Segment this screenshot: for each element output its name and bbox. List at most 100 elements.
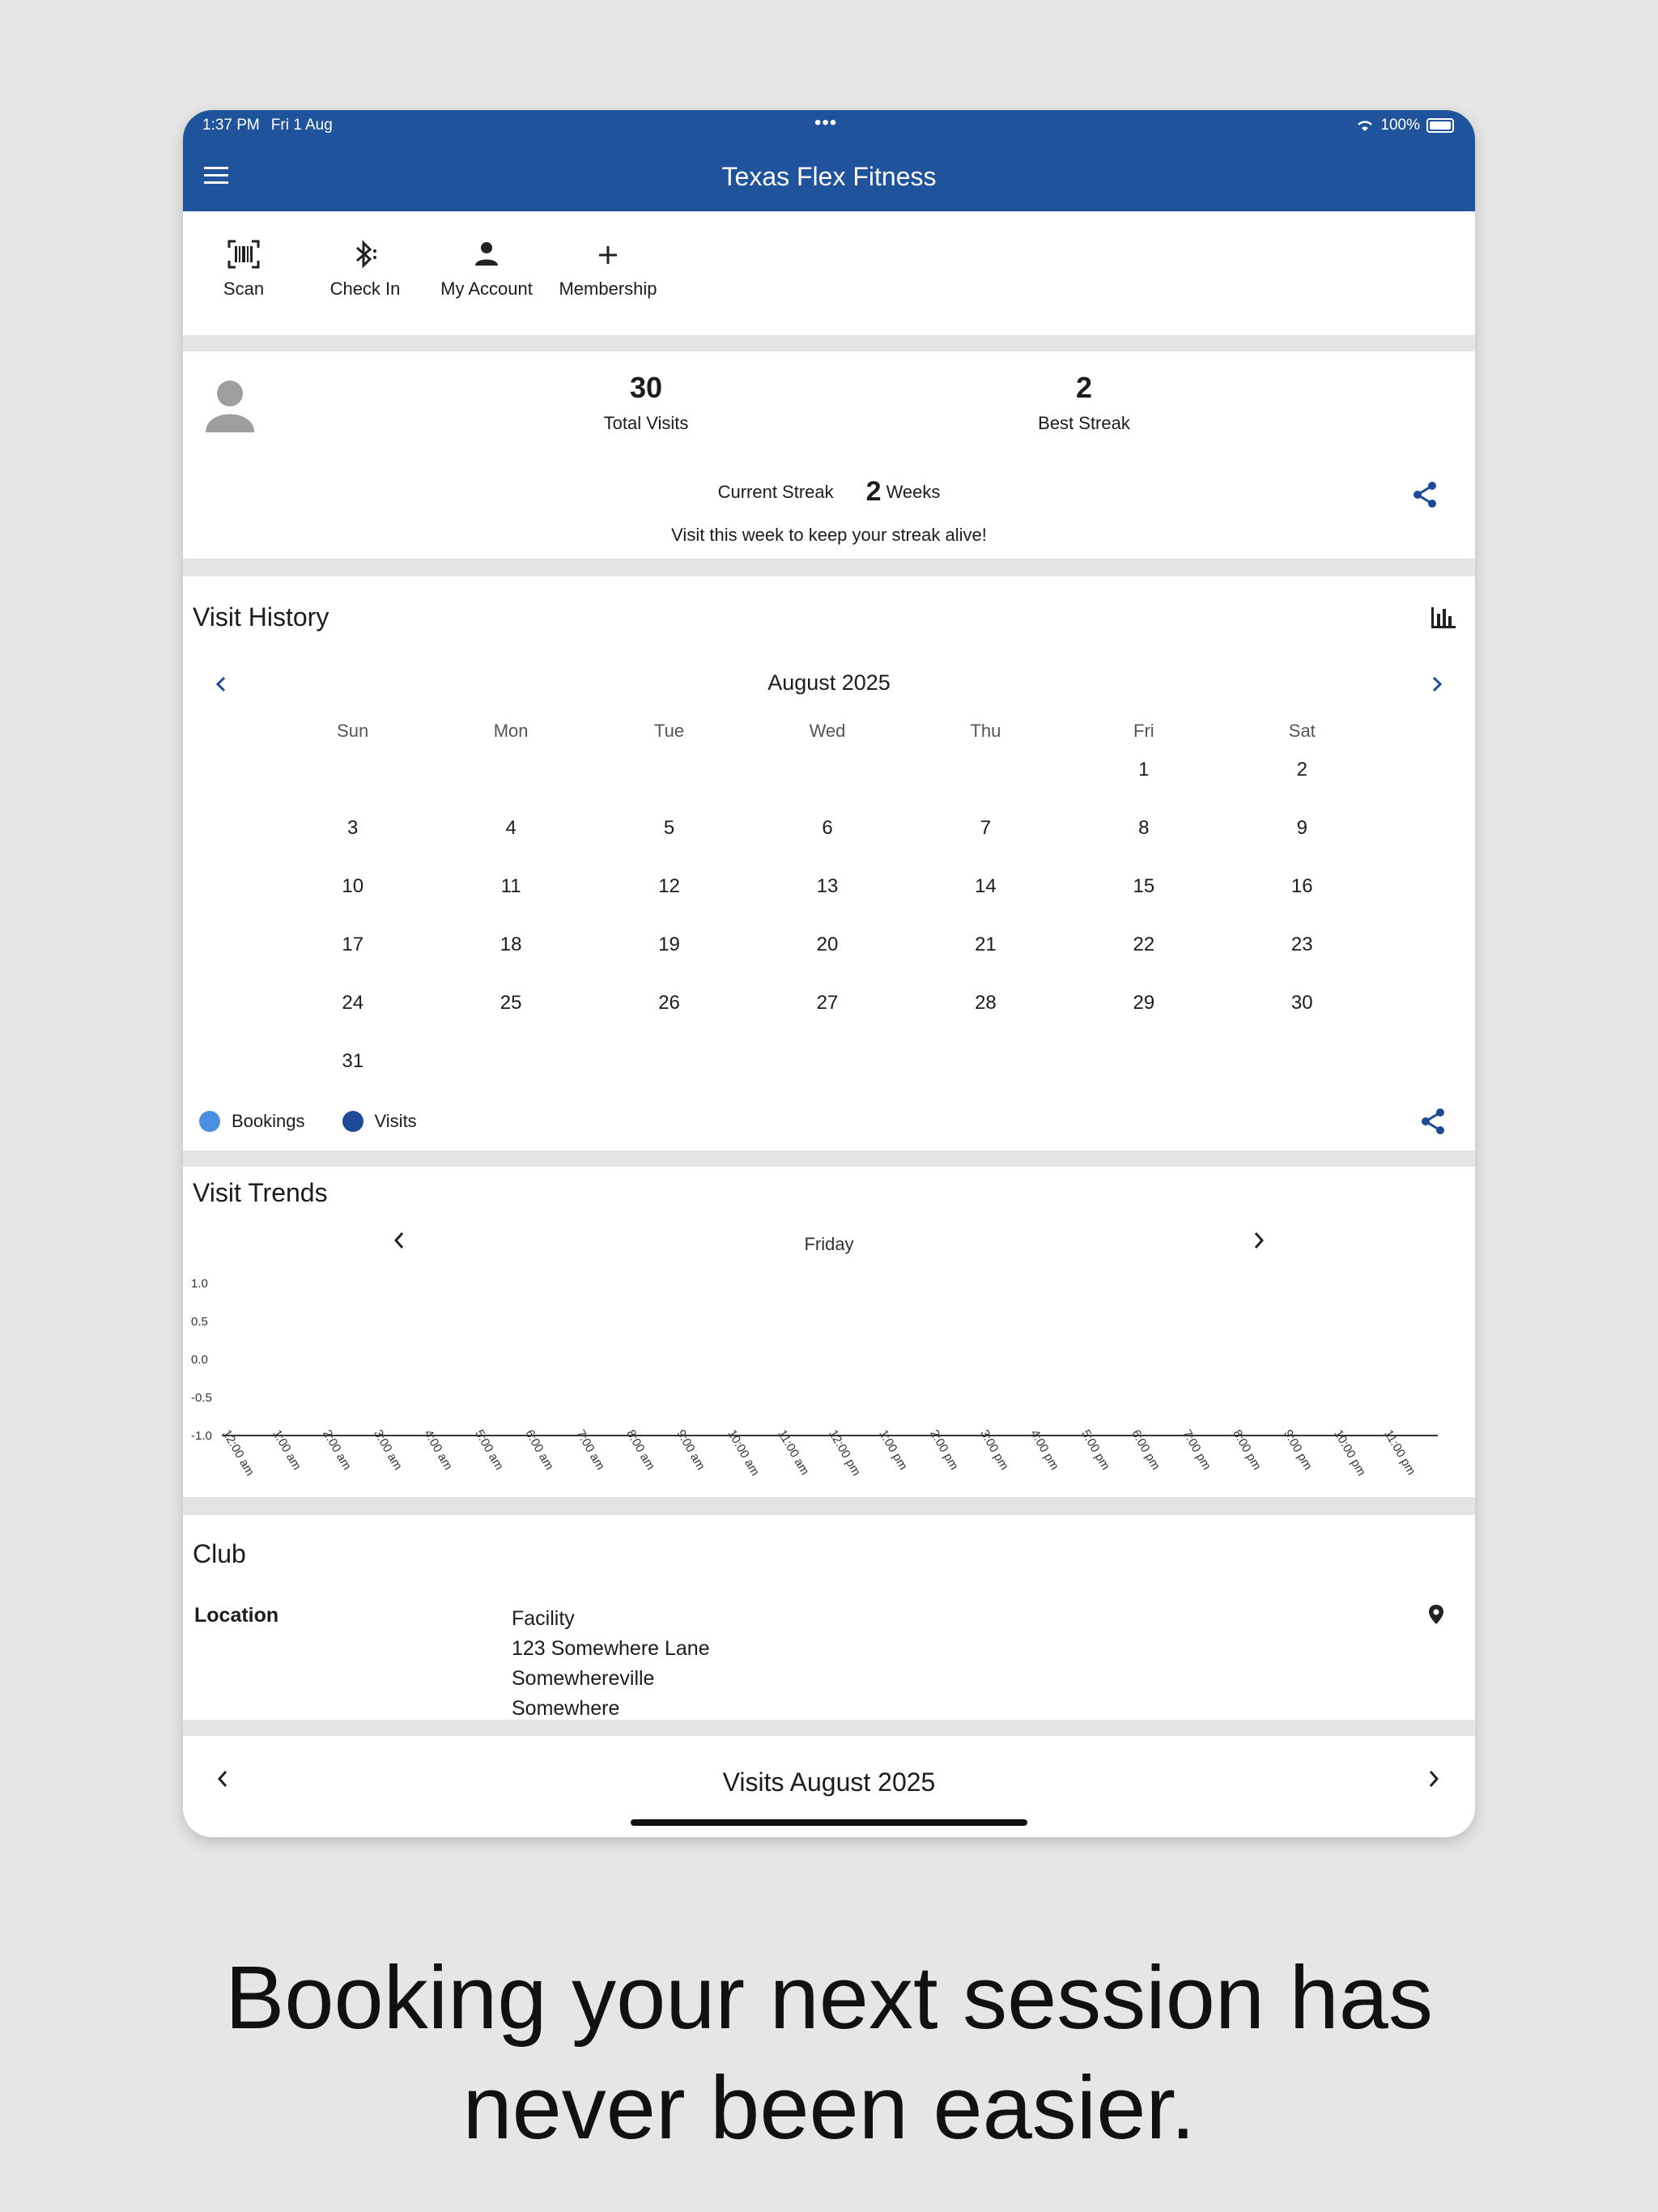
tagline-line-2: never been easier. bbox=[462, 2058, 1196, 2158]
calendar-day[interactable]: 16 bbox=[1223, 874, 1381, 933]
next-day-icon[interactable] bbox=[1252, 1231, 1266, 1250]
my-account-label: My Account bbox=[440, 279, 533, 299]
profile-stats-card: 30 Total Visits 2 Best Streak Current St… bbox=[183, 351, 1475, 559]
weekday-mon: Mon bbox=[493, 721, 529, 741]
marketing-tagline: Booking your next session has never been… bbox=[0, 1943, 1658, 2163]
calendar-week-row: 10 11 12 13 14 15 16 bbox=[274, 874, 1381, 933]
my-account-button[interactable]: My Account bbox=[426, 240, 547, 300]
calendar-day[interactable]: 4 bbox=[432, 816, 589, 874]
calendar-week-row: 24 25 26 27 28 29 30 bbox=[274, 991, 1381, 1049]
calendar-day[interactable]: 12 bbox=[590, 874, 748, 933]
tagline-line-1: Booking your next session has bbox=[225, 1948, 1433, 2048]
calendar-day[interactable]: 10 bbox=[274, 874, 432, 933]
y-tick: 0.0 bbox=[191, 1353, 208, 1367]
calendar-day[interactable]: 6 bbox=[748, 816, 906, 874]
scan-button[interactable]: Scan bbox=[183, 240, 304, 300]
calendar-day[interactable]: 30 bbox=[1223, 991, 1381, 1049]
calendar-day[interactable]: 9 bbox=[1223, 816, 1381, 874]
total-visits-label: Total Visits bbox=[603, 413, 689, 433]
app-title: Texas Flex Fitness bbox=[721, 162, 937, 191]
calendar-day[interactable]: 18 bbox=[432, 933, 589, 991]
person-icon bbox=[475, 242, 498, 266]
calendar-month-title: August 2025 bbox=[767, 670, 891, 695]
calendar-day[interactable]: 20 bbox=[748, 933, 906, 991]
streak-message: Visit this week to keep your streak aliv… bbox=[671, 525, 987, 545]
next-month-icon[interactable] bbox=[1430, 675, 1444, 693]
location-label: Location bbox=[194, 1604, 279, 1627]
calendar-week-row: 12 bbox=[274, 758, 1381, 816]
bookings-legend-label: Bookings bbox=[232, 1111, 305, 1131]
calendar-day[interactable]: 28 bbox=[907, 991, 1065, 1049]
battery-percent: 100% bbox=[1380, 117, 1420, 134]
y-tick: 0.5 bbox=[191, 1315, 208, 1329]
multitasking-dots[interactable]: ••• bbox=[814, 112, 837, 134]
calendar-day[interactable]: 1 bbox=[1065, 758, 1222, 816]
calendar-day bbox=[907, 1049, 1065, 1108]
calendar-day[interactable]: 24 bbox=[274, 991, 432, 1049]
next-visits-month-icon[interactable] bbox=[1426, 1768, 1441, 1789]
club-title: Club bbox=[193, 1539, 246, 1568]
total-visits-value: 30 bbox=[629, 371, 663, 404]
calendar-week-row: 3456789 bbox=[274, 816, 1381, 874]
calendar-day[interactable]: 13 bbox=[748, 874, 906, 933]
app-bar: Texas Flex Fitness bbox=[183, 143, 1475, 211]
calendar-day[interactable]: 14 bbox=[907, 874, 1065, 933]
device-frame: 1:37 PM Fri 1 Aug ••• 100% Texas Flex Fit… bbox=[183, 110, 1475, 1837]
scan-label: Scan bbox=[223, 279, 265, 299]
calendar-week-row: 17 18 19 20 21 22 23 bbox=[274, 933, 1381, 991]
calendar-day[interactable]: 11 bbox=[432, 874, 589, 933]
current-streak-unit: Weeks bbox=[886, 482, 941, 502]
calendar-day[interactable]: 2 bbox=[1223, 758, 1381, 816]
calendar-day[interactable]: 23 bbox=[1223, 933, 1381, 991]
weekday-wed: Wed bbox=[809, 721, 846, 741]
visits-legend-dot bbox=[342, 1111, 363, 1132]
calendar-day bbox=[432, 1049, 589, 1108]
calendar-day[interactable]: 26 bbox=[590, 991, 748, 1049]
total-visits-stat: 30 Total Visits bbox=[525, 371, 767, 434]
visit-trends-card: Visit Trends Friday 1.0 0.5 0.0 -0.5 -1.… bbox=[183, 1167, 1475, 1497]
calendar-day[interactable]: 27 bbox=[748, 991, 906, 1049]
calendar-day[interactable]: 29 bbox=[1065, 991, 1222, 1049]
calendar-legend: Bookings Visits bbox=[199, 1111, 417, 1132]
calendar-day[interactable]: 19 bbox=[590, 933, 748, 991]
calendar-day bbox=[590, 1049, 748, 1108]
calendar-day[interactable]: 3 bbox=[274, 816, 432, 874]
weekday-sat: Sat bbox=[1288, 721, 1316, 741]
calendar-day[interactable]: 21 bbox=[907, 933, 1065, 991]
calendar-day[interactable]: 15 bbox=[1065, 874, 1222, 933]
battery-icon bbox=[1426, 118, 1454, 133]
address-line: Somewhere bbox=[512, 1697, 620, 1720]
calendar-grid: Sun Mon Tue Wed Thu Fri Sat 12 3456789 1… bbox=[274, 721, 1381, 1108]
plus-icon bbox=[599, 246, 617, 264]
calendar-day[interactable]: 25 bbox=[432, 991, 589, 1049]
calendar-day bbox=[432, 758, 589, 816]
status-time-date: 1:37 PM Fri 1 Aug bbox=[202, 117, 344, 134]
weekday-sun: Sun bbox=[337, 721, 369, 741]
home-indicator[interactable] bbox=[631, 1819, 1027, 1826]
calendar-day[interactable]: 5 bbox=[590, 816, 748, 874]
weekday-tue: Tue bbox=[654, 721, 685, 741]
membership-button[interactable]: Membership bbox=[547, 240, 669, 300]
calendar-day[interactable]: 8 bbox=[1065, 816, 1222, 874]
bar-chart-icon[interactable] bbox=[1430, 606, 1457, 630]
share-icon[interactable] bbox=[1412, 481, 1438, 508]
map-pin-icon[interactable] bbox=[1428, 1604, 1444, 1625]
calendar-day[interactable]: 17 bbox=[274, 933, 432, 991]
visit-history-card: Visit History August 2025 Sun Mon Tue We… bbox=[183, 576, 1475, 1151]
check-in-button[interactable]: Check In bbox=[304, 240, 426, 300]
calendar-day[interactable]: 22 bbox=[1065, 933, 1222, 991]
status-indicators: 100% bbox=[1356, 117, 1454, 134]
address-line: Facility bbox=[512, 1607, 575, 1630]
calendar-day bbox=[748, 1049, 906, 1108]
calendar-day bbox=[590, 758, 748, 816]
calendar-day[interactable]: 7 bbox=[907, 816, 1065, 874]
best-streak-stat: 2 Best Streak bbox=[963, 371, 1205, 434]
history-share-icon[interactable] bbox=[1420, 1108, 1446, 1135]
calendar-week-row: 31 bbox=[274, 1049, 1381, 1108]
best-streak-value: 2 bbox=[1075, 371, 1093, 404]
avatar bbox=[206, 381, 254, 432]
status-date: Fri 1 Aug bbox=[270, 117, 333, 134]
calendar-day[interactable]: 31 bbox=[274, 1049, 432, 1108]
bookings-legend-dot bbox=[199, 1111, 220, 1132]
club-card: Club Location Facility 123 Somewhere Lan… bbox=[183, 1515, 1475, 1720]
